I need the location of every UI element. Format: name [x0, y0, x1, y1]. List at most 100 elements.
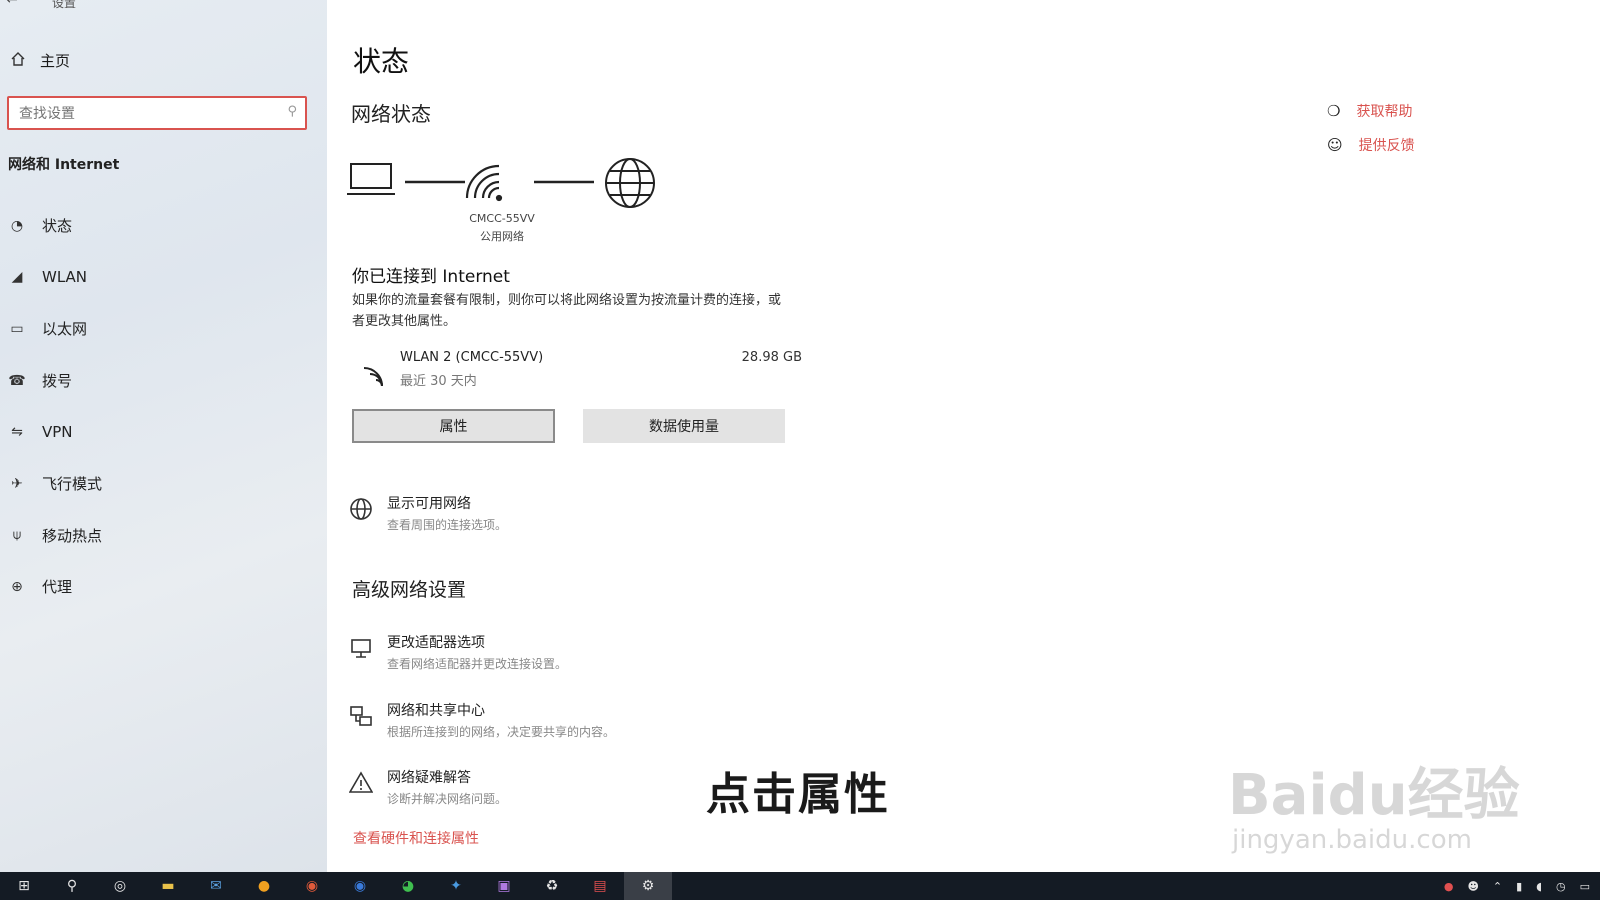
sidebar-item-vpn[interactable]: ⇋ VPN — [0, 406, 327, 458]
search-box[interactable]: ⚲ — [7, 96, 307, 130]
mail-icon[interactable]: ✉ — [192, 872, 240, 900]
properties-button[interactable]: 属性 — [352, 409, 555, 443]
adapter-summary: WLAN 2 (CMCC-55VV) 最近 30 天内 28.98 GB — [352, 350, 802, 394]
watermark-main: Baidu经验 — [1228, 763, 1520, 828]
video-subtitle: 点击属性 — [706, 769, 890, 820]
app-icon[interactable]: ♻ — [528, 872, 576, 900]
sidebar-item-label: VPN — [42, 423, 73, 442]
feedback-link[interactable]: ☺ 提供反馈 — [1327, 128, 1415, 162]
proxy-icon: ⊕ — [11, 578, 23, 595]
sidebar-item-hotspot[interactable]: ⍦ 移动热点 — [0, 510, 327, 562]
file-explorer-icon[interactable]: ▬ — [144, 872, 192, 900]
wifi-icon: ◢ — [11, 269, 23, 286]
sidebar-item-status[interactable]: ◔ 状态 — [0, 200, 327, 252]
sidebar-item-label: 拨号 — [42, 372, 73, 391]
page-title: 状态 — [353, 45, 410, 78]
network-diagram: CMCC-55VV 公用网络 — [347, 150, 667, 250]
wifi-signal-icon — [465, 164, 503, 202]
nav-home-label: 主页 — [40, 52, 71, 70]
help-panel: ❍ 获取帮助 ☺ 提供反馈 — [1327, 94, 1415, 162]
app-icon[interactable]: ▤ — [576, 872, 624, 900]
network-name: CMCC-55VV — [469, 212, 535, 225]
troubleshoot-link[interactable]: 网络疑难解答 诊断并解决网络问题。 — [349, 767, 507, 807]
notification-icon[interactable]: ▭ — [1580, 880, 1590, 893]
advanced-item-desc: 根据所连接到的网络，决定要共享的内容。 — [387, 725, 616, 739]
taskbar: ⊞ ⚲ ◎ ▬ ✉ ● ◉ ◉ ◕ ✦ ▣ ♻ ▤ ⚙ ● ☻ ⌃ ▮ ◖ ◷ … — [0, 872, 1600, 900]
show-networks-desc: 查看周围的连接选项。 — [387, 518, 508, 532]
sidebar: ← 设置 主页 ⚲ 网络和 Internet ◔ 状态 ◢ WLAN ▭ 以太网… — [0, 0, 327, 872]
adapter-options-link[interactable]: 更改适配器选项 查看网络适配器并更改连接设置。 — [349, 632, 567, 672]
browser-icon[interactable]: ◉ — [288, 872, 336, 900]
status-icon: ◔ — [10, 217, 24, 234]
search-icon[interactable]: ⚲ — [287, 104, 297, 119]
sidebar-nav: ◔ 状态 ◢ WLAN ▭ 以太网 ☎ 拨号 ⇋ VPN ✈ 飞行模式 ⍦ 移动… — [0, 200, 327, 613]
sidebar-item-proxy[interactable]: ⊕ 代理 — [0, 561, 327, 613]
network-type: 公用网络 — [480, 230, 524, 243]
advanced-item-title: 更改适配器选项 — [387, 635, 485, 651]
nav-home[interactable]: 主页 — [10, 50, 70, 71]
globe-network-icon — [349, 497, 373, 521]
sidebar-item-label: WLAN — [42, 268, 88, 287]
system-tray: ● ☻ ⌃ ▮ ◖ ◷ ▭ — [1444, 872, 1590, 900]
back-arrow-icon[interactable]: ← — [6, 0, 18, 8]
help-chat-icon: ❍ — [1327, 102, 1341, 120]
data-usage-button[interactable]: 数据使用量 — [583, 409, 785, 443]
advanced-item-title: 网络疑难解答 — [387, 770, 471, 786]
window-title: 设置 — [52, 0, 77, 10]
sidebar-item-label: 移动热点 — [42, 526, 103, 545]
connected-title: 你已连接到 Internet — [352, 267, 510, 287]
premiere-icon[interactable]: ▣ — [480, 872, 528, 900]
connected-description: 如果你的流量套餐有限制，则你可以将此网络设置为按流量计费的连接，或者更改其他属性… — [352, 293, 782, 329]
chevron-up-icon[interactable]: ⌃ — [1493, 880, 1502, 893]
feedback-label: 提供反馈 — [1358, 138, 1415, 154]
globe-icon — [605, 158, 655, 208]
advanced-item-desc: 查看网络适配器并更改连接设置。 — [387, 657, 568, 671]
app-icon[interactable]: ● — [240, 872, 288, 900]
advanced-item-desc: 诊断并解决网络问题。 — [387, 792, 508, 806]
network-status-heading: 网络状态 — [351, 102, 431, 126]
hotspot-icon: ⍦ — [12, 527, 22, 544]
network-tray-icon[interactable]: ▮ — [1516, 880, 1522, 893]
sidebar-item-dialup[interactable]: ☎ 拨号 — [0, 355, 327, 407]
airplane-icon: ✈ — [11, 475, 23, 492]
sharing-center-link[interactable]: 网络和共享中心 根据所连接到的网络，决定要共享的内容。 — [349, 700, 615, 740]
adapter-name: WLAN 2 (CMCC-55VV) — [400, 350, 544, 365]
main-panel: 状态 网络状态 CMCC-55VV 公用网络 你已连接到 Internet 如果… — [327, 0, 1600, 872]
show-networks-title: 显示可用网络 — [387, 496, 471, 512]
baidu-watermark: Baidu经验 jingyan.baidu.com — [1228, 750, 1520, 855]
get-help-link[interactable]: ❍ 获取帮助 — [1327, 94, 1415, 128]
sidebar-item-label: 飞行模式 — [42, 475, 103, 494]
warning-icon — [349, 771, 373, 795]
monitor-icon — [349, 636, 373, 660]
sidebar-item-airplane[interactable]: ✈ 飞行模式 — [0, 458, 327, 510]
show-networks-link[interactable]: 显示可用网络 查看周围的连接选项。 — [349, 493, 507, 533]
sidebar-item-label: 状态 — [42, 217, 73, 236]
advanced-heading: 高级网络设置 — [352, 579, 467, 601]
sharing-icon — [349, 704, 373, 728]
hardware-properties-link[interactable]: 查看硬件和连接属性 — [353, 828, 479, 848]
start-button-icon[interactable]: ⊞ — [0, 872, 48, 900]
get-help-label: 获取帮助 — [1356, 104, 1413, 120]
tray-app-icon[interactable]: ● — [1444, 880, 1454, 893]
wifi-icon — [356, 356, 388, 392]
clock-icon[interactable]: ◷ — [1556, 880, 1566, 893]
sidebar-group-label: 网络和 Internet — [8, 157, 120, 173]
sidebar-item-wlan[interactable]: ◢ WLAN — [0, 252, 327, 304]
search-icon[interactable]: ⚲ — [48, 872, 96, 900]
adapter-period: 最近 30 天内 — [400, 374, 477, 389]
vpn-icon: ⇋ — [11, 424, 23, 441]
app-icon[interactable]: ✦ — [432, 872, 480, 900]
advanced-item-title: 网络和共享中心 — [387, 703, 485, 719]
task-view-icon[interactable]: ◎ — [96, 872, 144, 900]
app-icon[interactable]: ◉ — [336, 872, 384, 900]
home-icon — [10, 51, 26, 71]
people-icon[interactable]: ☻ — [1467, 880, 1478, 893]
wechat-icon[interactable]: ◕ — [384, 872, 432, 900]
volume-icon[interactable]: ◖ — [1536, 880, 1542, 893]
ethernet-icon: ▭ — [10, 320, 24, 337]
dialup-icon: ☎ — [8, 372, 26, 389]
settings-icon[interactable]: ⚙ — [624, 872, 672, 900]
sidebar-item-ethernet[interactable]: ▭ 以太网 — [0, 303, 327, 355]
laptop-icon — [347, 163, 395, 195]
search-input[interactable] — [9, 98, 281, 130]
